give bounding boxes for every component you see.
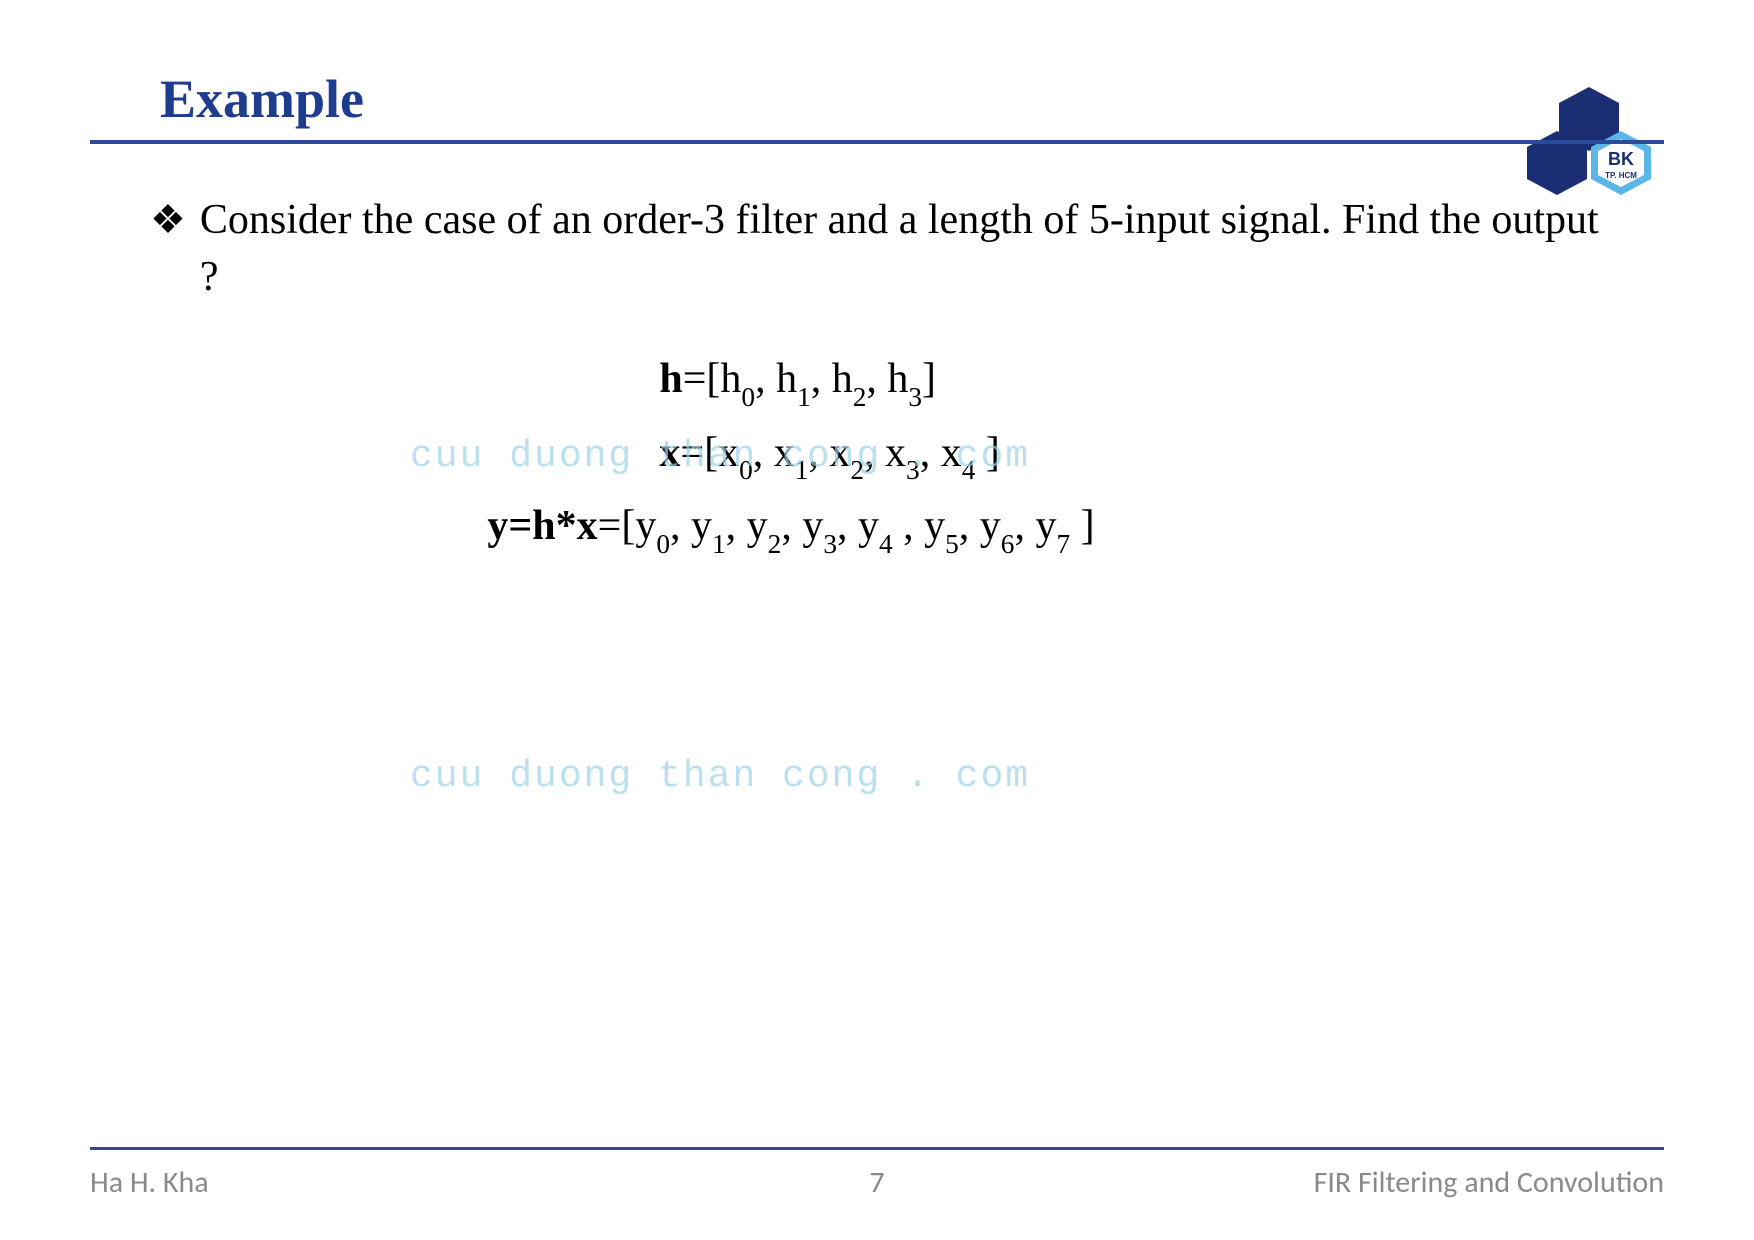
bullet-text: Consider the case of an order-3 filter a… [200,192,1604,305]
bullet-item: ❖ Consider the case of an order-3 filter… [150,192,1604,305]
footer-author: Ha H. Kha [90,1164,209,1201]
header-divider [90,140,1664,144]
bullet-icon: ❖ [150,192,186,248]
footer-divider [90,1147,1664,1150]
equation-h: h=[h0, h1, h2, h3] [659,355,936,408]
logo-top-text: BK [1608,149,1634,169]
body: ❖ Consider the case of an order-3 filter… [150,192,1604,566]
footer: Ha H. Kha 7 FIR Filtering and Convolutio… [90,1162,1664,1202]
equation-x: x=[x0, x1, x2, x3, x4 ] [659,429,999,482]
page-title: Example [160,68,364,130]
equation-y: y=h*x=[y0, y1, y2, y3, y4 , y5, y6, y7 ] [487,502,1094,555]
footer-topic: FIR Filtering and Convolution [1314,1164,1664,1201]
slide: Example BK TP. HCM ❖ Consider the case o… [0,0,1754,1240]
watermark-text: cuu duong than cong . com [410,755,1030,798]
logo-bottom-text: TP. HCM [1605,171,1637,180]
equations-block: h=[h0, h1, h2, h3] x=[x0, x1, x2, x3, x4… [150,345,1604,565]
